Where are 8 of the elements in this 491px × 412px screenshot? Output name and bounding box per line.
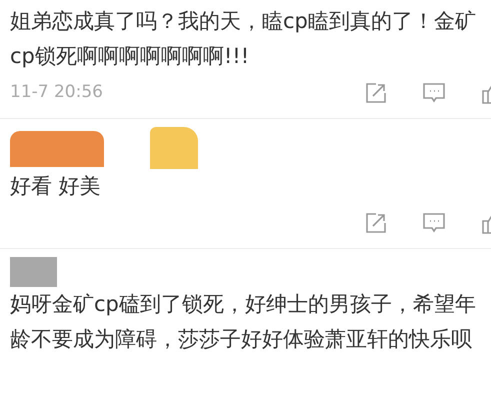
- timestamp: 11-7 20:56: [10, 81, 103, 104]
- comment-text: 妈呀金矿cp磕到了锁死，好绅士的男孩子，希望年龄不要成为障碍，莎莎子好好体验萧亚轩的快乐呗: [10, 291, 477, 353]
- comment-icon[interactable]: [422, 212, 446, 234]
- share-icon[interactable]: [365, 82, 387, 104]
- comment-text: 好看 好美: [10, 173, 102, 200]
- share-icon[interactable]: [365, 212, 387, 234]
- comment-icon[interactable]: [422, 82, 446, 104]
- comment-text: 姐弟恋成真了吗？我的天，瞌cp瞌到真的了！金矿cp锁死啊啊啊啊啊啊啊!!!: [10, 8, 477, 70]
